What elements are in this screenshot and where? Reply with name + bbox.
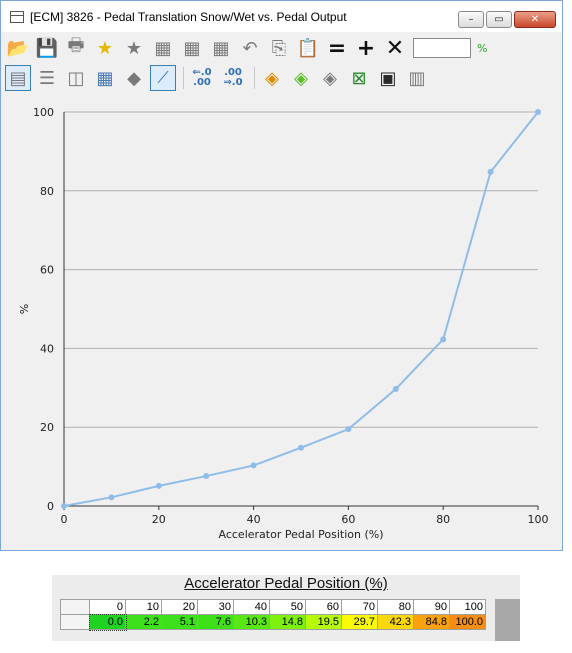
decimal-shift-right-icon[interactable]: .00 ⇒.0 bbox=[219, 65, 247, 91]
pedal-output-chart: 0 20 40 60 80 100 0 20 40 60 80 100 Accelerator Peda… bbox=[18, 106, 549, 541]
paste-icon[interactable]: 📋 bbox=[295, 35, 321, 61]
column-header: 100 bbox=[449, 599, 486, 615]
set-equal-icon[interactable]: = bbox=[324, 35, 350, 61]
data-point bbox=[298, 444, 304, 451]
column-header: 30 bbox=[197, 599, 234, 615]
y-tick-label: 40 bbox=[40, 342, 54, 355]
x-tick-label: 40 bbox=[247, 513, 261, 526]
y-tick-label: 100 bbox=[33, 106, 54, 119]
value-cell[interactable]: 84.8 bbox=[413, 614, 450, 630]
data-point bbox=[155, 482, 162, 489]
title-bar: [ECM] 3826 - Pedal Translation Snow/Wet … bbox=[1, 1, 562, 32]
undo-icon[interactable]: ↶ bbox=[237, 35, 263, 61]
data-point bbox=[535, 109, 541, 115]
layout-horizontal-icon[interactable]: ☰ bbox=[34, 65, 60, 91]
column-header: 40 bbox=[233, 599, 270, 615]
select-region-icon[interactable]: ⊠ bbox=[346, 65, 372, 91]
data-point bbox=[440, 336, 447, 343]
separator bbox=[183, 67, 184, 89]
data-point bbox=[250, 462, 257, 469]
y-axis-label: % bbox=[18, 304, 31, 314]
toolbar-bottom: ▤ ☰ ◫ ▦ ◆ ⟋ ⇐.0 .00 .00 ⇒.0 ◈ ◈ ◈ ⊠ ▣ ▥ bbox=[5, 64, 433, 92]
value-cell[interactable]: 19.5 bbox=[305, 614, 342, 630]
data-point bbox=[345, 426, 352, 433]
chart-panel: 0 20 40 60 80 100 0 20 40 60 80 100 Accelerator Peda… bbox=[5, 94, 558, 549]
x-tick-label: 0 bbox=[61, 513, 68, 526]
column-header: 10 bbox=[125, 599, 162, 615]
column-header: 70 bbox=[341, 599, 378, 615]
table-view-icon[interactable]: ▦ bbox=[92, 65, 118, 91]
value-cell[interactable]: 10.3 bbox=[233, 614, 270, 630]
x-tick-label: 80 bbox=[436, 513, 450, 526]
x-tick-label: 20 bbox=[152, 513, 166, 526]
window-title: [ECM] 3826 - Pedal Translation Snow/Wet … bbox=[30, 9, 347, 24]
value-cell[interactable]: 100.0 bbox=[449, 614, 486, 630]
decimal-shift-left-icon[interactable]: ⇐.0 .00 bbox=[188, 65, 216, 91]
data-point bbox=[487, 168, 494, 175]
interpolate-vertical-icon[interactable]: ◈ bbox=[288, 65, 314, 91]
header-row: 0 10 20 30 40 50 60 70 80 90 100 bbox=[60, 599, 486, 615]
value-cell[interactable]: 42.3 bbox=[377, 614, 414, 630]
editor-window: [ECM] 3826 - Pedal Translation Snow/Wet … bbox=[0, 0, 563, 551]
grid-diff-icon[interactable]: ▦ bbox=[208, 35, 234, 61]
data-table: 0 10 20 30 40 50 60 70 80 90 100 0.0 2.2 5.1 7.6 10.3 1… bbox=[60, 599, 486, 631]
y-tick-label: 0 bbox=[47, 500, 54, 513]
value-input[interactable] bbox=[413, 38, 471, 58]
color-map-icon[interactable]: ▣ bbox=[375, 65, 401, 91]
layout-vertical-icon[interactable]: ◫ bbox=[63, 65, 89, 91]
column-header: 60 bbox=[305, 599, 342, 615]
3d-view-icon[interactable]: ◆ bbox=[121, 65, 147, 91]
table-empty-area bbox=[495, 599, 520, 641]
column-header: 0 bbox=[89, 599, 126, 615]
grid-compare-icon[interactable]: ▦ bbox=[179, 35, 205, 61]
row-header-cell bbox=[60, 614, 90, 630]
data-point bbox=[392, 385, 399, 392]
y-tick-label: 60 bbox=[40, 264, 54, 277]
x-tick-label: 100 bbox=[528, 513, 549, 526]
column-header: 50 bbox=[269, 599, 306, 615]
open-folder-icon[interactable]: 📂 bbox=[5, 35, 31, 61]
data-point bbox=[61, 503, 67, 509]
table-axis-title: Accelerator Pedal Position (%) bbox=[184, 575, 388, 592]
interpolate-selection-icon[interactable]: ◈ bbox=[259, 65, 285, 91]
save-icon[interactable]: 💾 bbox=[34, 35, 60, 61]
close-button[interactable]: ✕ bbox=[514, 11, 556, 28]
value-cell[interactable]: 5.1 bbox=[161, 614, 198, 630]
table-window-icon bbox=[10, 10, 24, 23]
corner-cell bbox=[60, 599, 90, 615]
value-cell[interactable]: 0.0 bbox=[88, 613, 127, 631]
value-cell[interactable]: 29.7 bbox=[341, 614, 378, 630]
multiply-icon[interactable]: ✕ bbox=[382, 35, 408, 61]
data-point bbox=[108, 494, 115, 501]
add-favorite-icon[interactable]: ★ bbox=[92, 35, 118, 61]
column-header: 90 bbox=[413, 599, 450, 615]
unit-label: % bbox=[477, 41, 488, 55]
column-header: 20 bbox=[161, 599, 198, 615]
y-tick-label: 20 bbox=[40, 421, 54, 434]
copy-icon[interactable]: ⎘ bbox=[266, 35, 292, 61]
y-tick-label: 80 bbox=[40, 185, 54, 198]
remove-favorite-icon[interactable]: ★ bbox=[121, 35, 147, 61]
data-table-panel: Accelerator Pedal Position (%) 0 10 20 30 40… bbox=[52, 575, 520, 641]
x-tick-label: 60 bbox=[341, 513, 355, 526]
grid-icon[interactable]: ▦ bbox=[150, 35, 176, 61]
separator bbox=[254, 67, 255, 89]
value-cell[interactable]: 2.2 bbox=[125, 614, 162, 630]
value-cell[interactable]: 14.8 bbox=[269, 614, 306, 630]
value-cell[interactable]: 7.6 bbox=[197, 614, 234, 630]
maximize-button[interactable]: ▭ bbox=[486, 11, 512, 28]
column-header: 80 bbox=[377, 599, 414, 615]
table-properties-icon[interactable]: ▥ bbox=[404, 65, 430, 91]
data-point bbox=[203, 473, 210, 480]
value-row: 0.0 2.2 5.1 7.6 10.3 14.8 19.5 29.7 42.3 84.8 100.… bbox=[60, 613, 486, 631]
line-graph-icon[interactable]: ⟋ bbox=[150, 65, 176, 91]
layout-graph-top-icon[interactable]: ▤ bbox=[5, 65, 31, 91]
minimize-button[interactable]: – bbox=[458, 11, 484, 28]
interpolate-disabled-icon[interactable]: ◈ bbox=[317, 65, 343, 91]
add-icon[interactable]: + bbox=[353, 35, 379, 61]
x-axis-label: Accelerator Pedal Position (%) bbox=[219, 528, 384, 541]
print-icon[interactable]: 🖶 bbox=[63, 35, 89, 61]
toolbar-top: 📂 💾 🖶 ★ ★ ▦ ▦ ▦ ↶ ⎘ 📋 = + ✕ % bbox=[5, 34, 488, 62]
